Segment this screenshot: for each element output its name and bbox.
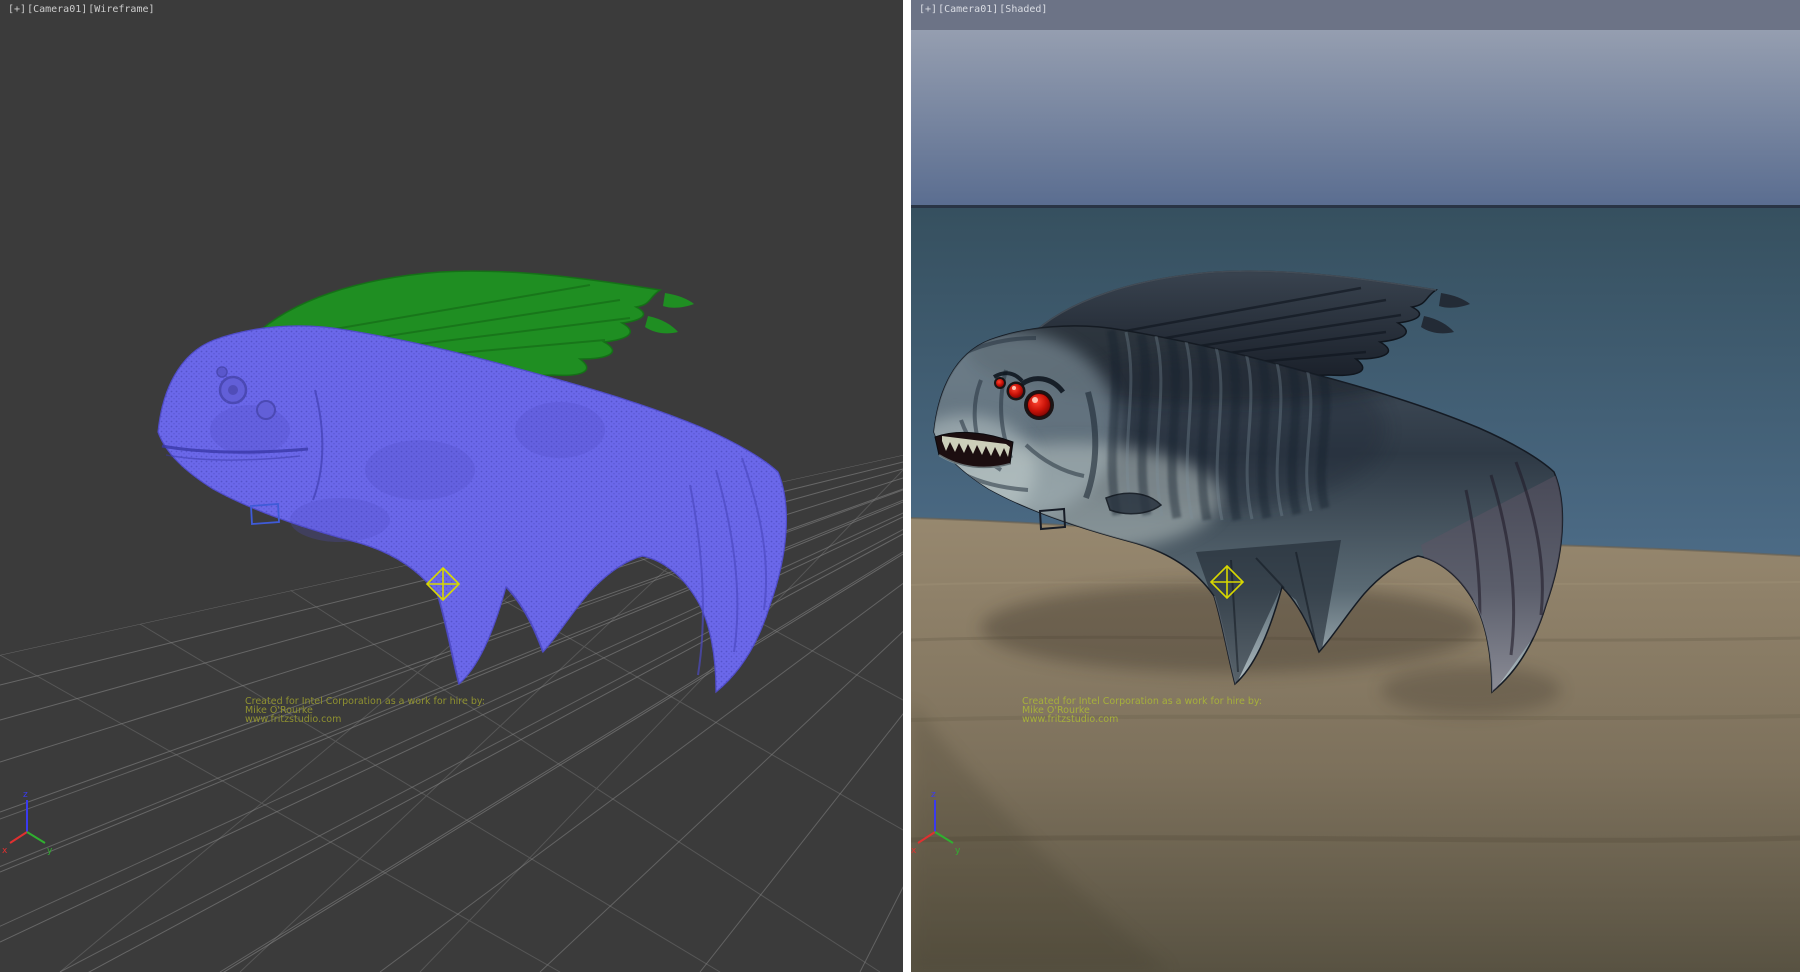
shaded-scene-svg[interactable]: Created for Intel Corporation as a work … — [911, 0, 1800, 972]
viewport-shading-menu[interactable]: [Wireframe] — [88, 4, 154, 15]
viewport-wireframe[interactable]: Created for Intel Corporation as a work … — [0, 0, 903, 972]
watermark-line3: www.fritzstudio.com — [245, 714, 341, 725]
axis-z-label: z — [931, 790, 936, 800]
viewport-camera-menu[interactable]: [Camera01] — [27, 4, 87, 15]
dual-viewport-window: Created for Intel Corporation as a work … — [0, 0, 1800, 978]
axis-x-label: x — [911, 846, 917, 856]
axis-y-label: y — [955, 846, 961, 856]
viewport-expand-button[interactable]: [+] — [919, 4, 937, 15]
viewport-label-right: [+][Camera01][Shaded] — [919, 3, 1048, 16]
viewport-shaded[interactable]: Created for Intel Corporation as a work … — [911, 0, 1800, 972]
viewport-label-left: [+][Camera01][Wireframe] — [8, 3, 156, 16]
sky — [911, 30, 1800, 207]
watermark-line3: www.fritzstudio.com — [1022, 714, 1118, 725]
axis-x-label: x — [2, 846, 8, 856]
viewport-expand-button[interactable]: [+] — [8, 4, 26, 15]
viewport-shading-menu[interactable]: [Shaded] — [999, 4, 1047, 15]
viewport-splitter[interactable] — [903, 0, 911, 972]
axis-z-label: z — [23, 790, 28, 800]
wireframe-scene-svg[interactable]: Created for Intel Corporation as a work … — [0, 0, 903, 972]
viewport-camera-menu[interactable]: [Camera01] — [938, 4, 998, 15]
axis-y-label: y — [47, 846, 53, 856]
